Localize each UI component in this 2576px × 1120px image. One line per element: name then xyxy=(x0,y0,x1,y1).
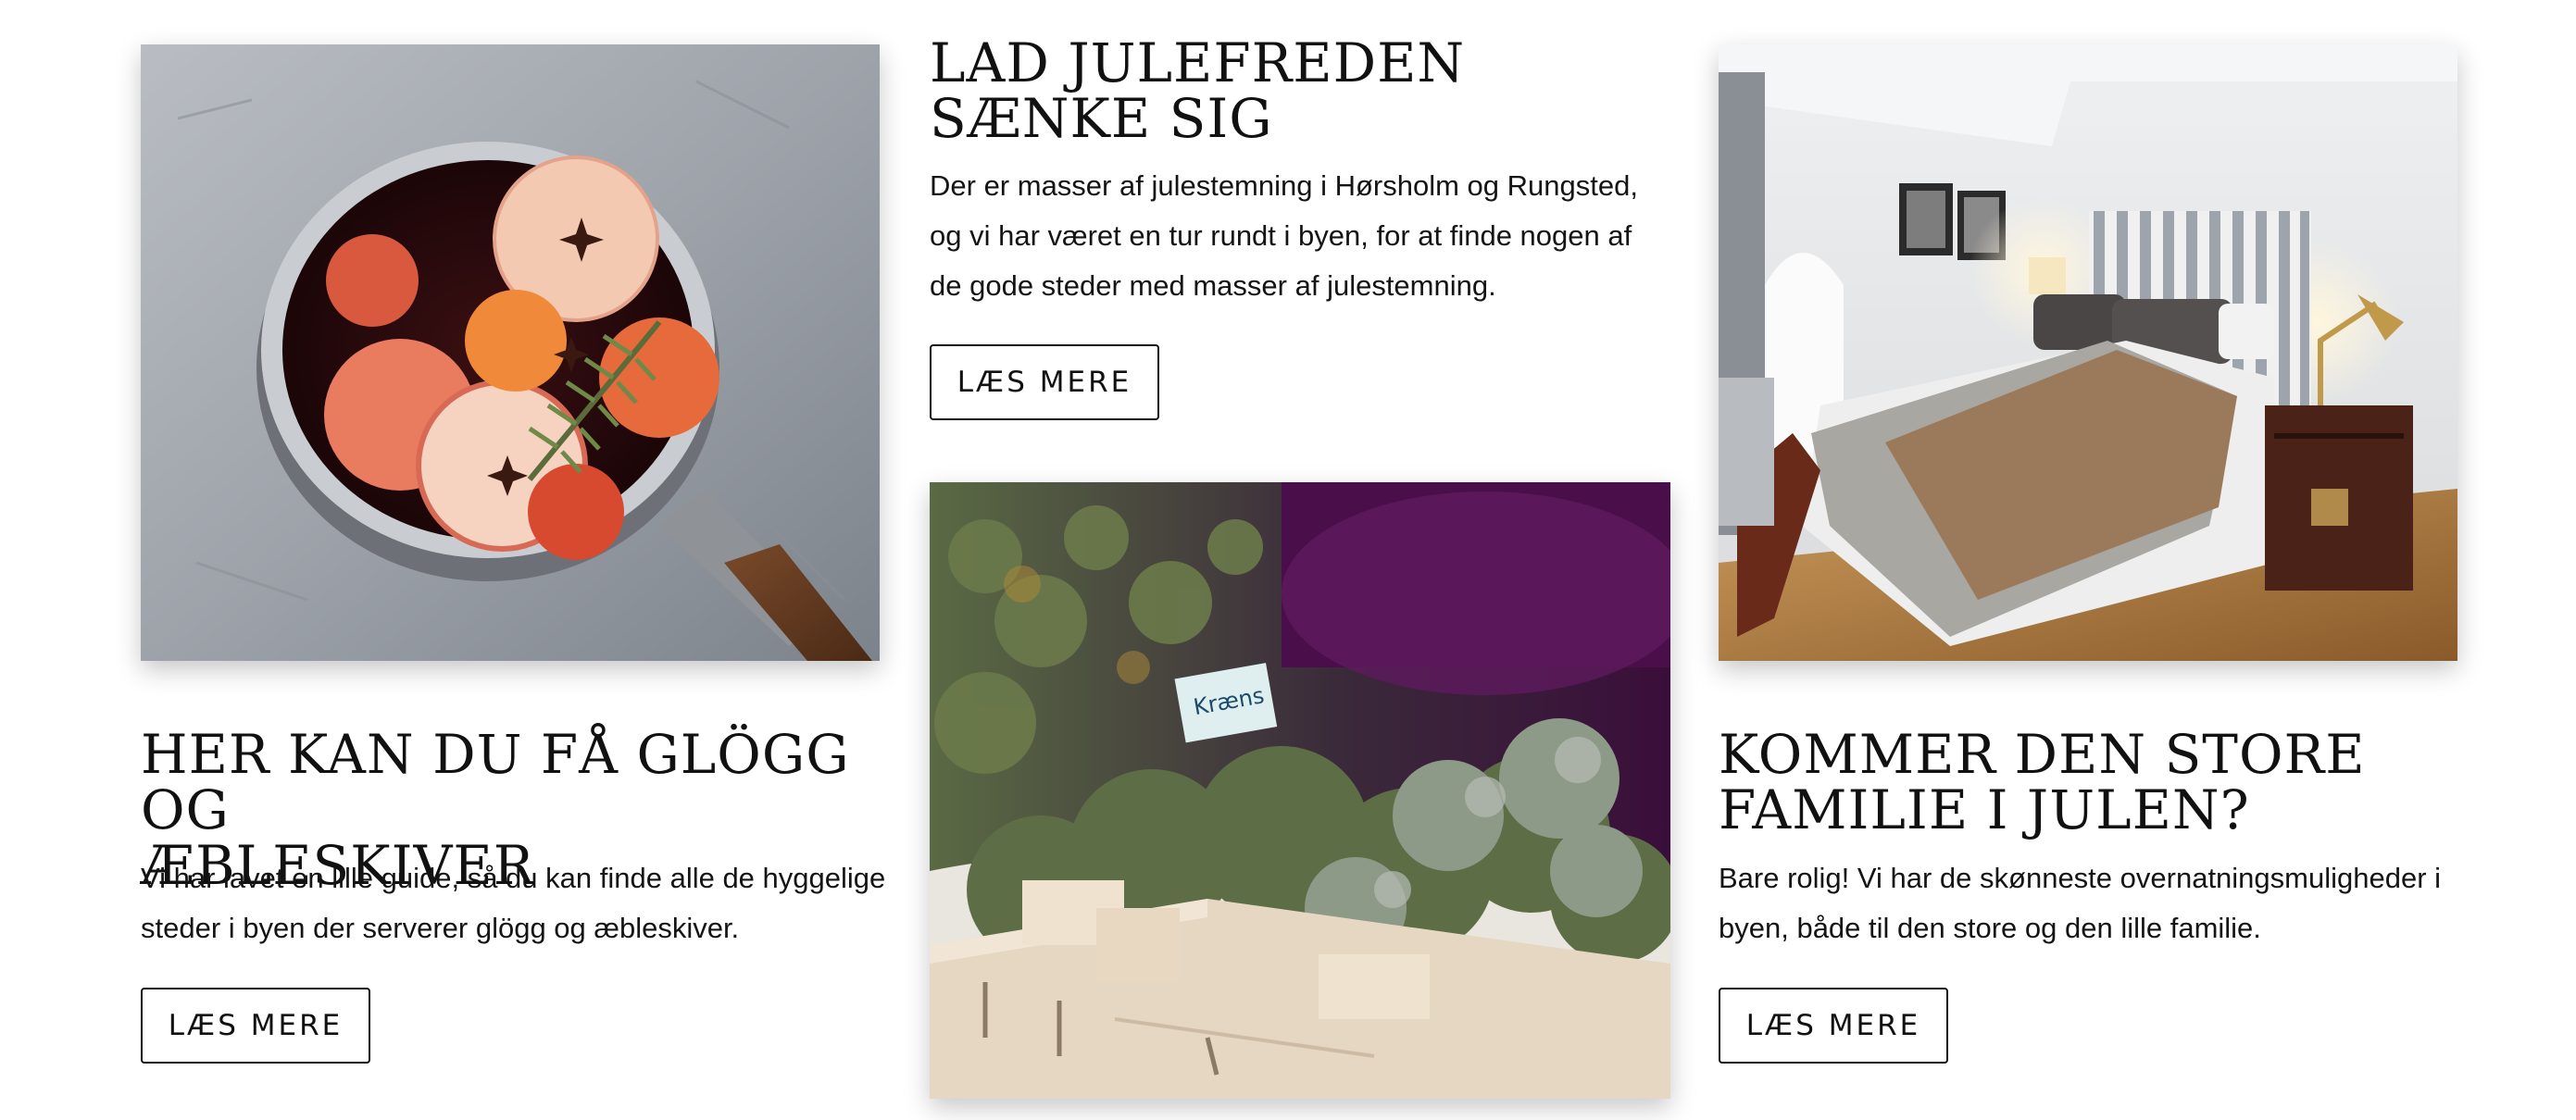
card-glogg-image[interactable] xyxy=(141,44,880,661)
hotel-bedroom-photo xyxy=(1719,44,2457,661)
card-julefred-title: LAD JULEFREDEN SÆNKE SIG xyxy=(930,35,1689,146)
card-familie-image[interactable] xyxy=(1719,44,2457,661)
card-familie-read-more-button[interactable]: LÆS MERE xyxy=(1719,988,1948,1064)
card-julefred-title-line-1: LAD JULEFREDEN xyxy=(930,31,1466,94)
card-glogg-read-more-button[interactable]: LÆS MERE xyxy=(141,988,370,1064)
card-glogg-body: Vi har lavet en lille guide, så du kan f… xyxy=(141,862,886,944)
card-julefred-image[interactable]: Kræns xyxy=(930,482,1670,1099)
mulled-wine-pot-photo xyxy=(141,44,880,661)
card-julefred-read-more-button[interactable]: LÆS MERE xyxy=(930,344,1159,420)
card-familie-title: KOMMER DEN STORE FAMILIE I JULEN? xyxy=(1719,727,2515,838)
card-familie-body: Bare rolig! Vi har de skønneste overnatn… xyxy=(1719,862,2442,944)
card-julefred-title-line-2: SÆNKE SIG xyxy=(930,87,1273,150)
christmas-greenery-crate-photo: Kræns xyxy=(930,482,1670,1099)
card-familie-title-line-2: FAMILIE I JULEN? xyxy=(1719,778,2250,841)
card-julefred-body: Der er masser af julestemning i Hørsholm… xyxy=(930,169,1638,302)
card-glogg-title-line-1: HER KAN DU FÅ GLÖGG OG xyxy=(141,723,850,841)
card-familie-title-line-1: KOMMER DEN STORE xyxy=(1719,723,2366,786)
